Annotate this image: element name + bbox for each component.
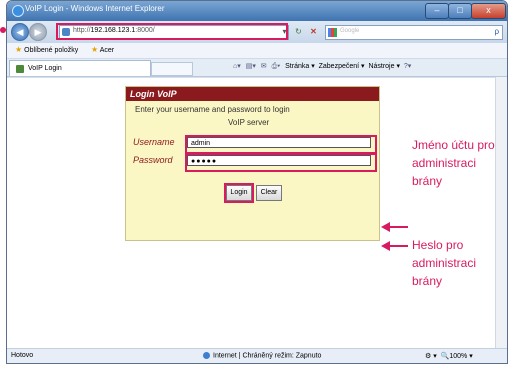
password-field[interactable]: ●●●●● [187, 155, 371, 166]
tab-label: VoIP Login [28, 65, 62, 72]
scrollbar[interactable] [495, 77, 507, 348]
home-icon[interactable]: ⌂▾ [233, 63, 241, 70]
tab-row: VoIP Login ⌂▾ ▤▾ ✉ ⎙▾ Stránka ▾ Zabezpeč… [7, 59, 507, 77]
refresh-icon[interactable]: ↻ [293, 26, 304, 37]
menu-tools[interactable]: Nástroje ▾ [368, 63, 400, 70]
security-zone: Internet | Chráněný režim: Zapnuto [203, 352, 321, 359]
arrow-right-icon: ▶ [34, 27, 42, 37]
star-icon: ★ [15, 45, 23, 54]
stop-icon[interactable]: ✕ [308, 26, 319, 37]
mail-icon[interactable]: ✉ [261, 63, 267, 70]
security-zone-text: Internet | Chráněný režim: Zapnuto [213, 352, 322, 360]
feeds-icon[interactable]: ▤▾ [246, 63, 256, 70]
search-placeholder: Google [340, 28, 360, 34]
title-bar: VoIP Login - Windows Internet Explorer –… [7, 1, 507, 21]
annotation-line: Heslo pro [412, 238, 464, 252]
search-bar[interactable]: Google ρ [325, 25, 503, 40]
annotation-line: Jméno účtu pro [412, 138, 495, 152]
login-header: Login VoIP [126, 87, 379, 101]
address-highlight [56, 23, 288, 40]
arrow-left-icon [381, 222, 390, 232]
page-icon [16, 65, 24, 73]
new-tab-button[interactable] [151, 62, 193, 76]
maximize-button[interactable]: □ [448, 3, 472, 19]
login-button[interactable]: Login [224, 183, 254, 203]
menu-security[interactable]: Zabezpečení ▾ [319, 63, 365, 70]
forward-button[interactable]: ▶ [29, 23, 47, 41]
command-bar: ⌂▾ ▤▾ ✉ ⎙▾ Stránka ▾ Zabezpečení ▾ Nástr… [233, 62, 414, 71]
search-icon[interactable]: ρ [494, 27, 499, 36]
login-description: Enter your username and password to logi… [135, 105, 290, 114]
annotation-line: administraci [412, 156, 477, 170]
tab-voip-login[interactable]: VoIP Login [9, 60, 151, 76]
favorite-item-acer[interactable]: ★ Acer [91, 45, 114, 54]
print-icon[interactable]: ⎙▾ [272, 63, 281, 70]
favorites-bar: ★ Oblíbené položky ★ Acer [7, 43, 507, 59]
favorites-button[interactable]: ★ Oblíbené položky [15, 45, 78, 54]
annotation-line: administraci [412, 256, 477, 270]
password-annotation: Heslo pro administraci brány [412, 236, 476, 290]
username-label: Username [133, 137, 175, 147]
login-description-server: VoIP server [228, 118, 270, 127]
status-text: Hotovo [11, 352, 34, 359]
window-title: VoIP Login - Windows Internet Explorer [25, 4, 165, 13]
ie-logo-icon [12, 5, 24, 17]
google-logo-icon [328, 28, 337, 37]
username-annotation: Jméno účtu pro administraci brány [412, 136, 495, 190]
arrow-left-icon [381, 241, 390, 251]
login-form: Login VoIP Enter your username and passw… [125, 86, 380, 241]
close-button[interactable]: x [471, 3, 506, 19]
zoom-control[interactable]: ⚙ ▾ 🔍100% ▾ [425, 352, 473, 360]
favorites-label: Oblíbené položky [24, 47, 79, 54]
login-title: Login VoIP [130, 89, 177, 99]
help-icon[interactable]: ?▾ [404, 63, 411, 70]
annotation-line: brány [412, 174, 443, 188]
menu-page[interactable]: Stránka ▾ [285, 63, 315, 70]
username-field[interactable]: admin [187, 137, 371, 148]
clear-button[interactable]: Clear [256, 185, 282, 201]
minimize-button[interactable]: – [425, 3, 449, 19]
status-bar: Hotovo Internet | Chráněný režim: Zapnut… [7, 348, 507, 363]
back-button[interactable]: ◀ [11, 23, 29, 41]
arrow-left-icon: ◀ [16, 27, 24, 37]
annotation-arrow-line [390, 245, 408, 247]
annotation-arrow-line [390, 226, 408, 228]
globe-icon [203, 352, 210, 359]
annotation-line: brány [412, 274, 443, 288]
favorite-label: Acer [99, 47, 115, 54]
zoom-level: 100% [449, 353, 468, 360]
password-label: Password [133, 155, 173, 165]
star-icon: ★ [91, 45, 99, 54]
